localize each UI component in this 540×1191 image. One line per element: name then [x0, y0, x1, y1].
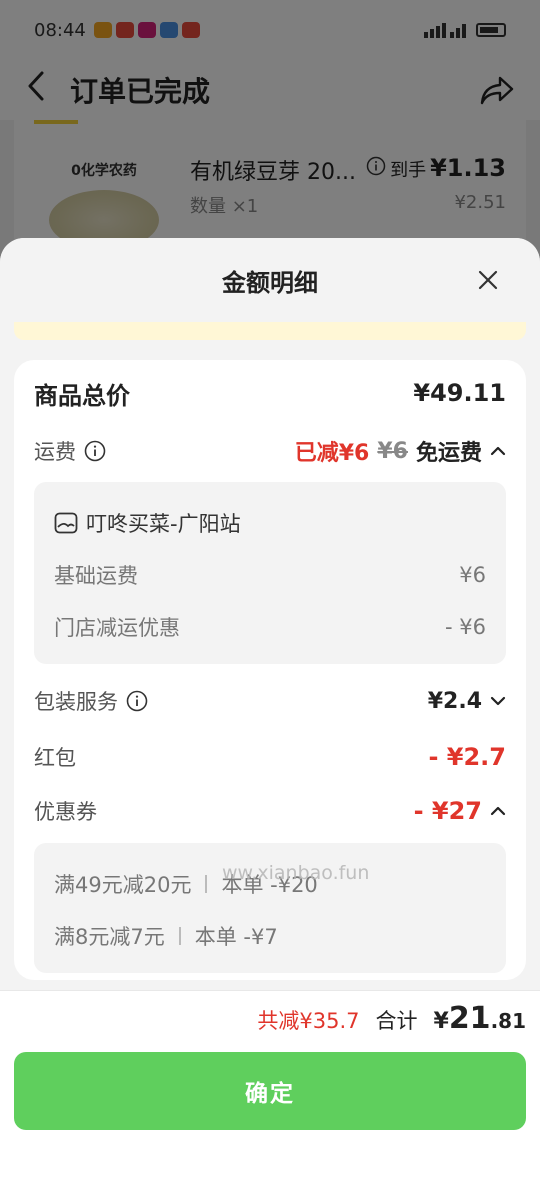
store-discount-label: 门店减运优惠 [54, 616, 180, 640]
coupon-row[interactable]: 优惠券 - ¥27 [34, 794, 506, 828]
chevron-up-icon[interactable] [490, 443, 506, 459]
coupon-rule: 满8元减7元 [54, 925, 165, 949]
confirm-button[interactable]: 确定 [14, 1052, 526, 1130]
shipping-row[interactable]: 运费 已减¥6 ¥6 免运费 [34, 434, 506, 468]
divider [178, 927, 181, 945]
detail-card: 商品总价 ¥49.11 运费 已减¥6 ¥6 免运费 叮咚买菜-广阳站 基础运费 [14, 360, 526, 980]
base-fee-value: ¥6 [459, 563, 486, 587]
base-fee-label: 基础运费 [54, 564, 138, 588]
sheet-title: 金额明细 [222, 268, 318, 297]
close-icon[interactable] [472, 264, 504, 296]
goods-total-label: 商品总价 [34, 381, 130, 410]
chevron-down-icon[interactable] [490, 693, 506, 709]
redpacket-value: - ¥2.7 [428, 743, 506, 771]
store-name: 叮咚买菜-广阳站 [86, 512, 241, 536]
store-discount-row: 门店减运优惠 - ¥6 [54, 612, 486, 642]
shipping-label: 运费 [34, 440, 76, 464]
coupon-label: 优惠券 [34, 800, 97, 824]
shipping-free: 免运费 [415, 441, 482, 466]
base-fee-row: 基础运费 ¥6 [54, 560, 486, 590]
packaging-row[interactable]: 包装服务 ¥2.4 [34, 684, 506, 718]
store-icon [54, 512, 78, 534]
info-icon[interactable] [126, 690, 148, 712]
total-label: 合计 [375, 1009, 418, 1033]
packaging-value: ¥2.4 [427, 688, 482, 714]
coupon-item: 满8元减7元 本单 -¥7 [54, 921, 486, 951]
total-saved: 共减¥35.7 [257, 1009, 360, 1033]
redpacket-row: 红包 - ¥2.7 [34, 740, 506, 774]
goods-total-row: 商品总价 ¥49.11 [34, 376, 506, 410]
redpacket-label: 红包 [34, 746, 76, 770]
divider [205, 875, 208, 893]
packaging-label: 包装服务 [34, 690, 118, 714]
notice-strip [14, 322, 526, 340]
sheet-header: 金额明细 [0, 238, 540, 322]
shipping-detail-box: 叮咚买菜-广阳站 基础运费 ¥6 门店减运优惠 - ¥6 [34, 482, 506, 664]
info-icon[interactable] [84, 440, 106, 462]
watermark: ww.xianbao.fun [222, 862, 370, 884]
coupon-value: - ¥27 [413, 797, 482, 825]
total-currency: ¥ [433, 1009, 449, 1034]
footer-bar: 共减¥35.7 合计 ¥ 21 .81 确定 [0, 990, 540, 1191]
total-decimal: .81 [490, 1009, 526, 1033]
goods-total-value: ¥49.11 [413, 379, 506, 407]
store-row: 叮咚买菜-广阳站 [54, 508, 486, 538]
store-discount-value: - ¥6 [445, 615, 486, 639]
chevron-up-icon[interactable] [490, 803, 506, 819]
total-integer: 21 [448, 1001, 491, 1036]
coupon-rule: 满49元减20元 [54, 873, 192, 897]
total-amount: ¥ 21 .81 [434, 1001, 527, 1036]
shipping-saved: 已减¥6 [294, 441, 370, 466]
shipping-original: ¥6 [377, 438, 408, 464]
coupon-applied: 本单 -¥7 [194, 925, 278, 949]
order-summary: 共减¥35.7 合计 ¥ 21 .81 [257, 1001, 526, 1036]
